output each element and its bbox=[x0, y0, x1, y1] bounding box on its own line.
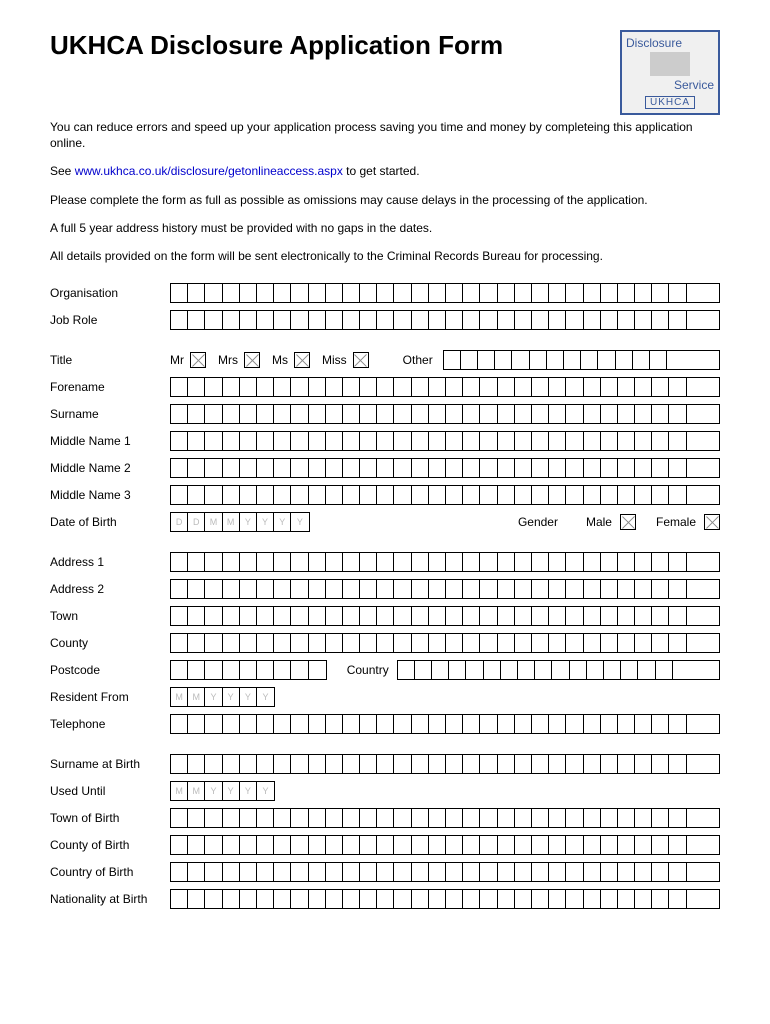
male-label: Male bbox=[586, 515, 612, 529]
nationality-input[interactable] bbox=[170, 889, 720, 909]
intro-p1: You can reduce errors and speed up your … bbox=[50, 119, 720, 151]
middle3-label: Middle Name 3 bbox=[50, 488, 170, 502]
used-until-input[interactable]: MMYYYY bbox=[170, 781, 275, 801]
county-label: County bbox=[50, 636, 170, 650]
intro-p3: Please complete the form as full as poss… bbox=[50, 192, 720, 208]
mrs-label: Mrs bbox=[218, 353, 238, 367]
address1-label: Address 1 bbox=[50, 555, 170, 569]
org-section: Organisation Job Role bbox=[50, 282, 720, 331]
country-birth-label: Country of Birth bbox=[50, 865, 170, 879]
mr-checkbox[interactable] bbox=[190, 352, 206, 368]
county-input[interactable] bbox=[170, 633, 720, 653]
country-birth-input[interactable] bbox=[170, 862, 720, 882]
organisation-input[interactable] bbox=[170, 283, 720, 303]
other-label: Other bbox=[403, 353, 433, 367]
other-title-input[interactable] bbox=[443, 350, 720, 370]
town-birth-label: Town of Birth bbox=[50, 811, 170, 825]
telephone-label: Telephone bbox=[50, 717, 170, 731]
intro-p4: A full 5 year address history must be pr… bbox=[50, 220, 720, 236]
used-until-label: Used Until bbox=[50, 784, 170, 798]
personal-section: Title Mr Mrs Ms Miss Other Forename Surn… bbox=[50, 349, 720, 533]
address2-label: Address 2 bbox=[50, 582, 170, 596]
logo-word-1: Disclosure bbox=[626, 36, 682, 50]
postcode-label: Postcode bbox=[50, 663, 170, 677]
middle2-input[interactable] bbox=[170, 458, 720, 478]
resident-from-label: Resident From bbox=[50, 690, 170, 704]
gender-label: Gender bbox=[518, 515, 558, 529]
intro-p5: All details provided on the form will be… bbox=[50, 248, 720, 264]
mrs-checkbox[interactable] bbox=[244, 352, 260, 368]
resident-from-input[interactable]: MMYYYY bbox=[170, 687, 275, 707]
middle3-input[interactable] bbox=[170, 485, 720, 505]
town-label: Town bbox=[50, 609, 170, 623]
online-access-link[interactable]: www.ukhca.co.uk/disclosure/getonlineacce… bbox=[75, 164, 343, 178]
female-label: Female bbox=[656, 515, 696, 529]
page-title: UKHCA Disclosure Application Form bbox=[50, 30, 503, 61]
logo-map-icon bbox=[650, 52, 690, 76]
birth-section: Surname at Birth Used Until MMYYYY Town … bbox=[50, 753, 720, 910]
female-checkbox[interactable] bbox=[704, 514, 720, 530]
intro-p2: See www.ukhca.co.uk/disclosure/getonline… bbox=[50, 163, 720, 179]
title-label: Title bbox=[50, 353, 170, 367]
ms-label: Ms bbox=[272, 353, 288, 367]
forename-label: Forename bbox=[50, 380, 170, 394]
surname-input[interactable] bbox=[170, 404, 720, 424]
town-input[interactable] bbox=[170, 606, 720, 626]
surname-birth-input[interactable] bbox=[170, 754, 720, 774]
town-birth-input[interactable] bbox=[170, 808, 720, 828]
ms-checkbox[interactable] bbox=[294, 352, 310, 368]
county-birth-input[interactable] bbox=[170, 835, 720, 855]
logo-org: UKHCA bbox=[645, 96, 695, 109]
country-input[interactable] bbox=[397, 660, 720, 680]
nationality-label: Nationality at Birth bbox=[50, 892, 170, 906]
mr-label: Mr bbox=[170, 353, 184, 367]
telephone-input[interactable] bbox=[170, 714, 720, 734]
middle1-input[interactable] bbox=[170, 431, 720, 451]
miss-checkbox[interactable] bbox=[353, 352, 369, 368]
ukhca-logo: Disclosure Service UKHCA bbox=[620, 30, 720, 115]
address-section: Address 1 Address 2 Town County Postcode… bbox=[50, 551, 720, 735]
logo-word-2: Service bbox=[674, 78, 714, 92]
forename-input[interactable] bbox=[170, 377, 720, 397]
middle2-label: Middle Name 2 bbox=[50, 461, 170, 475]
job-role-input[interactable] bbox=[170, 310, 720, 330]
country-label: Country bbox=[347, 663, 389, 677]
intro-text: You can reduce errors and speed up your … bbox=[50, 119, 720, 264]
postcode-input[interactable] bbox=[170, 660, 327, 680]
dob-input[interactable]: DDMMYYYY bbox=[170, 512, 310, 532]
address1-input[interactable] bbox=[170, 552, 720, 572]
county-birth-label: County of Birth bbox=[50, 838, 170, 852]
male-checkbox[interactable] bbox=[620, 514, 636, 530]
miss-label: Miss bbox=[322, 353, 347, 367]
organisation-label: Organisation bbox=[50, 286, 170, 300]
surname-birth-label: Surname at Birth bbox=[50, 757, 170, 771]
address2-input[interactable] bbox=[170, 579, 720, 599]
dob-label: Date of Birth bbox=[50, 515, 170, 529]
job-role-label: Job Role bbox=[50, 313, 170, 327]
middle1-label: Middle Name 1 bbox=[50, 434, 170, 448]
surname-label: Surname bbox=[50, 407, 170, 421]
